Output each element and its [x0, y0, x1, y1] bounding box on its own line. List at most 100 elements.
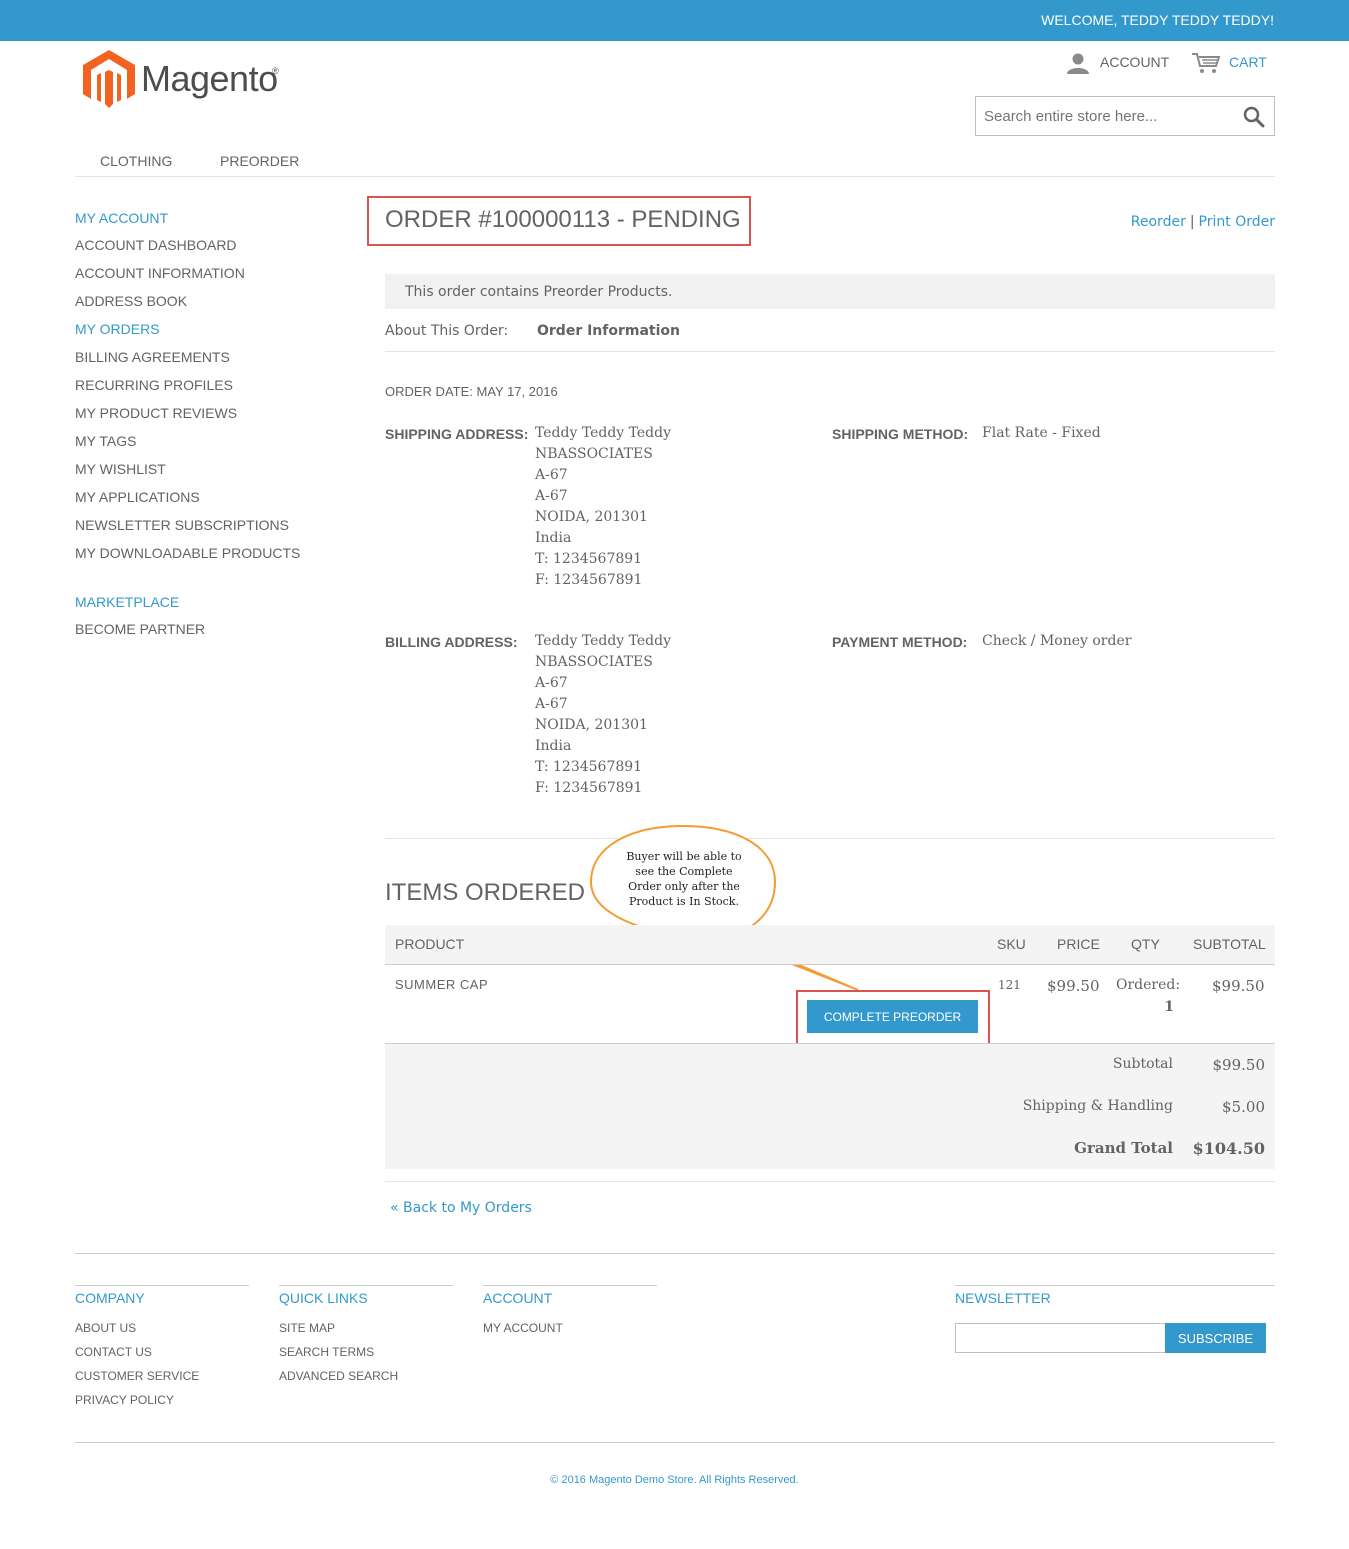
order-actions: Reorder | Print Order	[1131, 214, 1275, 230]
about-order-label: About This Order:	[385, 323, 509, 339]
footer-col-line	[279, 1285, 453, 1286]
totals-divider	[385, 1181, 1275, 1182]
footer-col-line	[483, 1285, 657, 1286]
shipping-method: Flat Rate - Fixed	[982, 425, 1101, 441]
cart-link[interactable]: CART	[1229, 54, 1267, 70]
search-input[interactable]	[976, 97, 1226, 135]
address-line: Teddy Teddy Teddy	[535, 633, 672, 649]
account-link[interactable]: ACCOUNT	[1100, 54, 1169, 70]
col-qty: QTY	[1131, 936, 1160, 952]
preorder-notice: This order contains Preorder Products.	[385, 274, 1275, 309]
footer-link-contact-us[interactable]: CONTACT US	[75, 1345, 152, 1359]
qty-value: 1	[1164, 999, 1174, 1015]
address-line: T: 1234567891	[535, 759, 643, 775]
back-to-orders-link[interactable]: « Back to My Orders	[390, 1200, 532, 1216]
footer-link-advanced-search[interactable]: ADVANCED SEARCH	[279, 1369, 398, 1383]
sidebar-item-my-orders[interactable]: MY ORDERS	[75, 321, 160, 337]
address-line: Teddy Teddy Teddy	[535, 425, 672, 441]
sidebar-item-account-dashboard[interactable]: ACCOUNT DASHBOARD	[75, 237, 237, 253]
sidebar-item-recurring-profiles[interactable]: RECURRING PROFILES	[75, 377, 233, 393]
sidebar-item-account-information[interactable]: ACCOUNT INFORMATION	[75, 265, 245, 281]
registered-mark-icon: ®	[272, 66, 279, 76]
subtotal-value: $99.50	[1212, 1056, 1266, 1074]
callout-text: Buyer will be able to see the Complete O…	[626, 850, 742, 908]
address-line: NOIDA, 201301	[535, 717, 648, 733]
product-name: SUMMER CAP	[395, 977, 489, 992]
footer-bottom-divider	[75, 1442, 1275, 1443]
search-icon[interactable]	[1242, 105, 1266, 129]
nav-divider	[75, 176, 1275, 177]
copyright: © 2016 Magento Demo Store. All Rights Re…	[550, 1474, 799, 1486]
footer-link-site-map[interactable]: SITE MAP	[279, 1321, 335, 1335]
address-line: A-67	[535, 488, 568, 504]
footer-link-search-terms[interactable]: SEARCH TERMS	[279, 1345, 374, 1359]
sidebar-item-billing-agreements[interactable]: BILLING AGREEMENTS	[75, 349, 230, 365]
logo-wordmark: Magento	[141, 58, 278, 99]
cart-icon[interactable]	[1191, 52, 1221, 74]
address-line: T: 1234567891	[535, 551, 643, 567]
address-line: NBASSOCIATES	[535, 654, 653, 670]
footer-quick-links-title: QUICK LINKS	[279, 1290, 368, 1306]
search-box	[975, 96, 1275, 136]
address-line: F: 1234567891	[535, 780, 643, 796]
address-line: F: 1234567891	[535, 572, 643, 588]
reorder-link[interactable]: Reorder	[1131, 214, 1186, 230]
footer-col-line	[955, 1285, 1275, 1286]
product-qty: Ordered: 1	[1116, 977, 1181, 1015]
nav-clothing[interactable]: CLOTHING	[100, 153, 172, 169]
payment-method: Check / Money order	[982, 633, 1132, 649]
footer-account-title: ACCOUNT	[483, 1290, 553, 1306]
col-subtotal: SUBTOTAL	[1193, 936, 1266, 952]
sidebar-item-address-book[interactable]: ADDRESS BOOK	[75, 293, 187, 309]
address-line: A-67	[535, 467, 568, 483]
sidebar-item-product-reviews[interactable]: MY PRODUCT REVIEWS	[75, 405, 237, 421]
billing-address-label: BILLING ADDRESS:	[385, 634, 518, 650]
newsletter-email-input[interactable]	[955, 1323, 1166, 1353]
col-sku: SKU	[997, 936, 1026, 952]
footer-link-my-account[interactable]: MY ACCOUNT	[483, 1321, 563, 1335]
sidebar-item-become-partner[interactable]: BECOME PARTNER	[75, 621, 205, 637]
col-product: PRODUCT	[395, 936, 465, 952]
grand-total-value: $104.50	[1192, 1139, 1265, 1158]
address-line: NOIDA, 201301	[535, 509, 648, 525]
order-date: ORDER DATE: MAY 17, 2016	[385, 384, 558, 399]
sidebar-item-downloadable-products[interactable]: MY DOWNLOADABLE PRODUCTS	[75, 545, 300, 561]
sidebar-item-my-applications[interactable]: MY APPLICATIONS	[75, 489, 200, 505]
col-price: PRICE	[1057, 936, 1100, 952]
sidebar-title-marketplace: MARKETPLACE	[75, 594, 180, 610]
payment-method-label: PAYMENT METHOD:	[832, 634, 968, 650]
address-line: NBASSOCIATES	[535, 446, 653, 462]
shipping-handling-value: $5.00	[1222, 1098, 1265, 1116]
product-sku: 121	[998, 978, 1021, 992]
subscribe-button[interactable]: SUBSCRIBE	[1165, 1323, 1266, 1353]
sidebar-title-my-account: MY ACCOUNT	[75, 210, 169, 226]
order-information-tab[interactable]: Order Information	[537, 323, 680, 339]
account-icon[interactable]	[1066, 52, 1090, 74]
subtotal-label: Subtotal	[1112, 1056, 1173, 1072]
footer-link-privacy-policy[interactable]: PRIVACY POLICY	[75, 1393, 174, 1407]
page-title: ORDER #100000113 - PENDING	[385, 206, 741, 233]
shipping-handling-label: Shipping & Handling	[1022, 1098, 1173, 1114]
shipping-method-label: SHIPPING METHOD:	[832, 426, 969, 442]
sidebar-item-newsletter-subscriptions[interactable]: NEWSLETTER SUBSCRIPTIONS	[75, 517, 289, 533]
product-price: $99.50	[1047, 977, 1100, 995]
items-ordered-title: ITEMS ORDERED	[385, 879, 586, 906]
footer-link-customer-service[interactable]: CUSTOMER SERVICE	[75, 1369, 199, 1383]
address-line: A-67	[535, 675, 568, 691]
qty-label: Ordered:	[1116, 977, 1181, 993]
footer-newsletter-title: NEWSLETTER	[955, 1290, 1051, 1306]
print-order-link[interactable]: Print Order	[1199, 214, 1275, 230]
shipping-address: Teddy Teddy Teddy NBASSOCIATES A-67 A-67…	[535, 423, 671, 591]
sidebar-item-my-tags[interactable]: MY TAGS	[75, 433, 136, 449]
footer-link-about-us[interactable]: ABOUT US	[75, 1321, 136, 1335]
nav-preorder[interactable]: PREORDER	[220, 153, 299, 169]
about-divider	[385, 351, 1275, 352]
sidebar-item-my-wishlist[interactable]: MY WISHLIST	[75, 461, 166, 477]
footer-col-line	[75, 1285, 249, 1286]
complete-preorder-button[interactable]: COMPLETE PREORDER	[807, 1000, 978, 1033]
footer-company-title: COMPANY	[75, 1290, 145, 1306]
product-subtotal: $99.50	[1212, 977, 1265, 995]
footer-divider	[75, 1253, 1275, 1254]
order-actions-separator: |	[1189, 214, 1195, 230]
address-line: A-67	[535, 696, 568, 712]
